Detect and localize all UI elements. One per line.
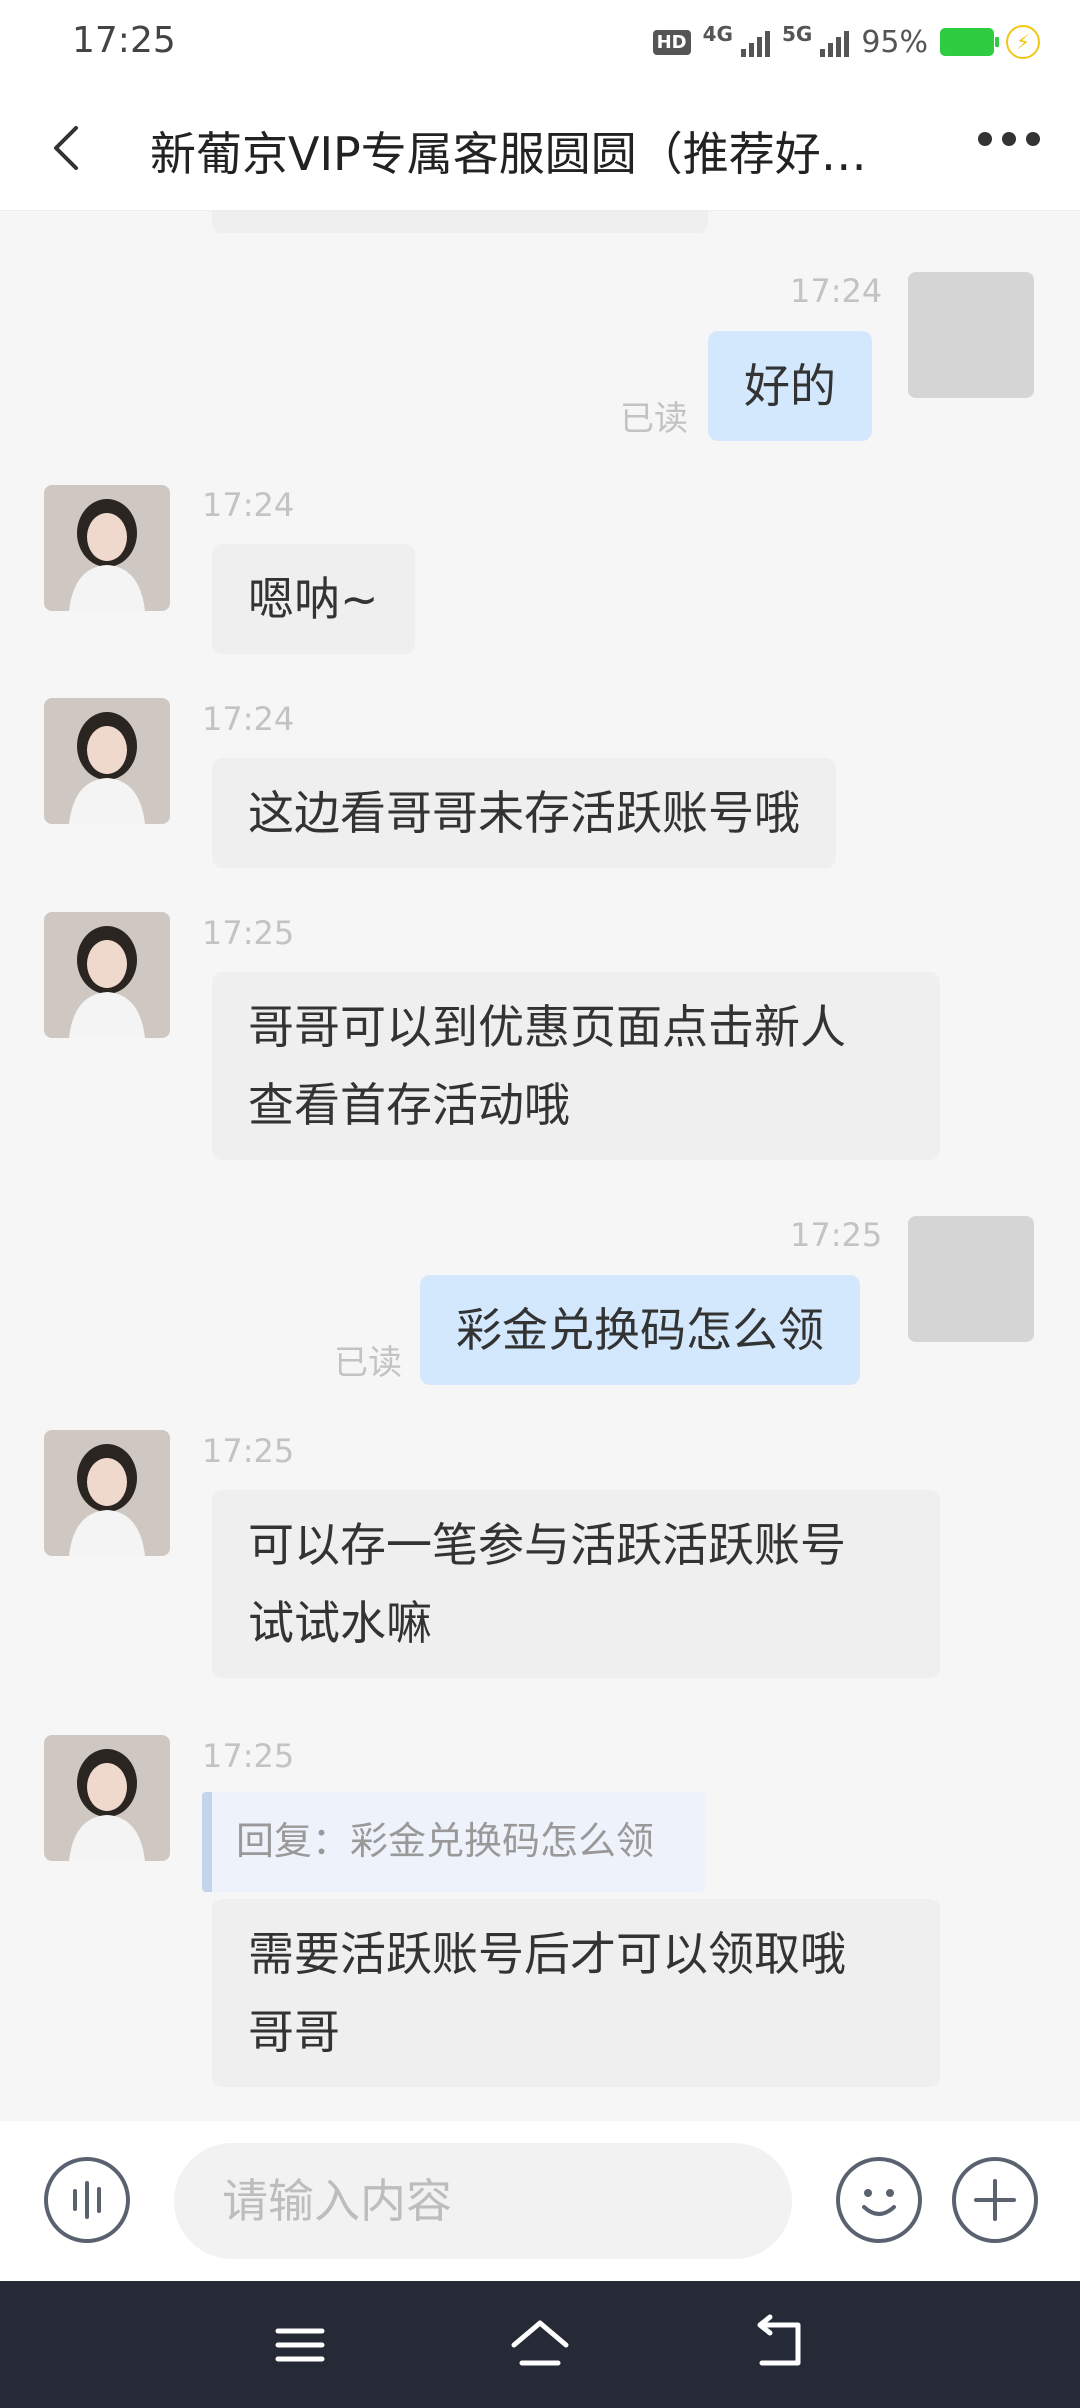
message-bubble[interactable]: 彩金兑换码怎么领 (420, 1275, 860, 1385)
agent-avatar-image (44, 485, 170, 611)
message-time: 17:25 (790, 1216, 883, 1254)
emoji-button[interactable] (836, 2157, 922, 2243)
home-button[interactable] (508, 2313, 572, 2377)
message-text: 好的 (744, 359, 836, 413)
more-icon (978, 132, 992, 146)
message-bubble-partial (212, 211, 708, 233)
agent-avatar[interactable] (44, 1430, 170, 1556)
agent-avatar-image (44, 698, 170, 824)
network-5g-label: 5G (781, 22, 813, 46)
menu-icon (275, 2328, 325, 2362)
agent-avatar[interactable] (44, 485, 170, 611)
voice-button[interactable] (44, 2157, 130, 2243)
message-input[interactable] (174, 2143, 792, 2259)
message-text: 这边看哥哥未存活跃账号哦 (248, 786, 800, 840)
reply-quote[interactable]: 回复：彩金兑换码怎么领 (202, 1792, 706, 1892)
message-bubble[interactable]: 嗯呐~ (212, 544, 415, 654)
message-text-line: 可以存一笔参与活跃活跃账号 (248, 1518, 846, 1572)
message-bubble[interactable]: 好的 (708, 331, 872, 441)
message-text: 嗯呐~ (248, 572, 379, 626)
message-text-line: 哥哥 (248, 2005, 340, 2059)
home-icon (511, 2320, 569, 2366)
reply-quote-text: 回复：彩金兑换码怎么领 (236, 1819, 655, 1863)
signal-icon (820, 27, 850, 57)
network-4g-label: 4G (702, 22, 733, 46)
agent-avatar[interactable] (44, 912, 170, 1038)
message-time: 17:25 (202, 1432, 295, 1470)
message-text-line: 查看首存活动哦 (248, 1078, 570, 1132)
battery-percent: 95% (861, 24, 928, 60)
message-time: 17:24 (790, 272, 883, 310)
message-bubble[interactable]: 这边看哥哥未存活跃账号哦 (212, 758, 836, 868)
message-list[interactable]: 17:24 已读 好的 17:24 嗯呐~ 17:24 这边看哥哥未存活跃账号哦… (0, 211, 1080, 2121)
chat-header: 新葡京VIP专属客服圆圆（推荐好… (0, 86, 1080, 211)
message-time: 17:25 (202, 1737, 295, 1775)
message-time: 17:24 (202, 700, 295, 738)
status-icons: HD 4G 5G 95% ⚡ (652, 22, 1040, 62)
message-text-line: 哥哥可以到优惠页面点击新人 (248, 1000, 846, 1054)
self-avatar[interactable] (908, 272, 1034, 398)
message-time: 17:25 (202, 914, 295, 952)
read-status: 已读 (334, 1343, 402, 1383)
self-avatar[interactable] (908, 1216, 1034, 1342)
signal-icon (740, 27, 770, 57)
message-text-line: 试试水嘛 (248, 1596, 432, 1650)
message-text: 彩金兑换码怎么领 (456, 1303, 824, 1357)
battery-icon (940, 28, 999, 56)
message-bubble[interactable]: 哥哥可以到优惠页面点击新人 查看首存活动哦 (212, 972, 940, 1160)
message-text-line: 需要活跃账号后才可以领取哦 (248, 1927, 846, 1981)
agent-avatar-image (44, 1430, 170, 1556)
message-bubble[interactable]: 可以存一笔参与活跃活跃账号 试试水嘛 (212, 1490, 940, 1678)
status-bar: 17:25 HD 4G 5G 95% ⚡ (0, 0, 1080, 86)
more-button[interactable] (978, 132, 1040, 146)
back-button[interactable] (36, 116, 100, 180)
system-navigation-bar (0, 2281, 1080, 2408)
agent-avatar[interactable] (44, 1735, 170, 1861)
read-status: 已读 (620, 399, 688, 439)
charging-icon: ⚡ (1006, 25, 1040, 59)
agent-avatar[interactable] (44, 698, 170, 824)
menu-button[interactable] (268, 2313, 332, 2377)
input-bar (0, 2121, 1080, 2281)
emoji-icon (862, 2189, 896, 2216)
message-bubble[interactable]: 需要活跃账号后才可以领取哦 哥哥 (212, 1899, 940, 2087)
hd-icon: HD (652, 29, 691, 55)
status-time: 17:25 (72, 20, 176, 61)
back-arrow-icon (54, 126, 78, 170)
back-nav-button[interactable] (748, 2313, 812, 2377)
chat-title: 新葡京VIP专属客服圆圆（推荐好… (150, 127, 867, 181)
message-time: 17:24 (202, 486, 295, 524)
return-icon (757, 2314, 801, 2366)
plus-icon (974, 2179, 1016, 2221)
agent-avatar-image (44, 912, 170, 1038)
agent-avatar-image (44, 1735, 170, 1861)
plus-button[interactable] (952, 2157, 1038, 2243)
voice-icon (73, 2181, 101, 2219)
